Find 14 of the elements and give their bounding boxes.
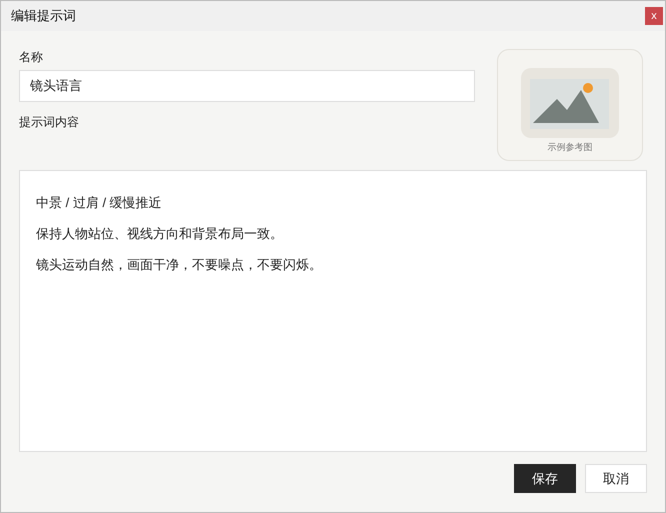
window-title: 编辑提示词 [11, 7, 76, 26]
save-button[interactable]: 保存 [514, 464, 576, 493]
name-input-field[interactable]: 镜头语言 [19, 70, 475, 102]
reference-image-card[interactable]: 示例参考图 [497, 49, 643, 161]
image-caption: 示例参考图 [548, 141, 592, 154]
field-label: 名称 [19, 50, 44, 64]
prompt-line: 保持人物站位、视线方向和背景布局一致。 [36, 225, 284, 243]
cancel-button[interactable]: 取消 [585, 464, 647, 493]
close-button[interactable]: x [645, 7, 663, 25]
field-label: 提示词内容 [19, 115, 80, 129]
prompt-line: 镜头运动自然，画面干净，不要噪点，不要闪烁。 [36, 256, 323, 274]
prompt-content-field[interactable]: 中景 / 过肩 / 缓慢推近 保持人物站位、视线方向和背景布局一致。 镜头运动自然，画面干净，不要噪点，不要闪烁。 [19, 170, 647, 452]
image-placeholder-icon [521, 68, 619, 138]
prompt-line: 中景 / 过肩 / 缓慢推近 [36, 194, 163, 212]
